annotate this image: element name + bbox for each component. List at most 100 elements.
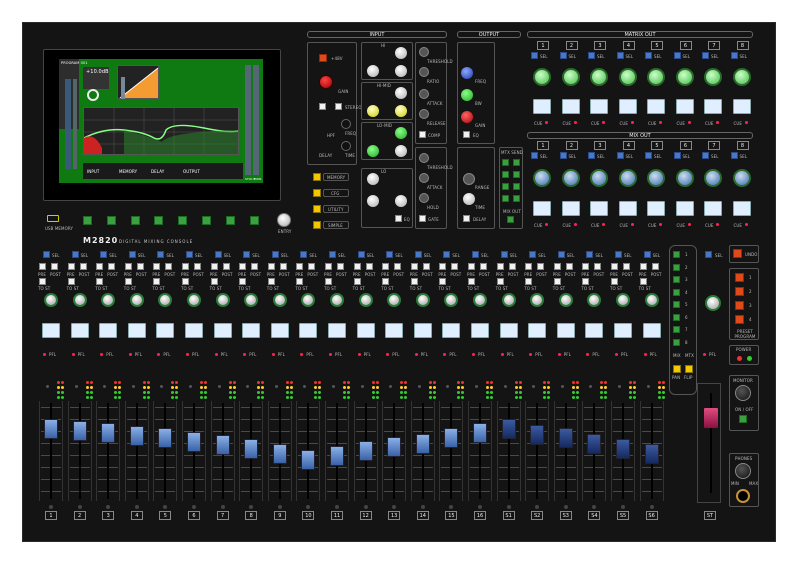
- channel-fader-cap-18[interactable]: [530, 424, 545, 445]
- input-gain-knob[interactable]: [319, 75, 333, 89]
- eq-lomid-freq-knob[interactable]: [367, 145, 379, 157]
- mix-select-button-1[interactable]: [673, 251, 680, 258]
- channel-to-st-button-9[interactable]: [267, 278, 275, 285]
- channel-post-button-5[interactable]: [165, 263, 173, 270]
- channel-send-knob-21[interactable]: [616, 293, 630, 307]
- channel-to-st-button-2[interactable]: [67, 278, 75, 285]
- channel-fader-cap-10[interactable]: [301, 449, 316, 470]
- mix-level-knob-8[interactable]: [732, 169, 751, 187]
- mtx-send-button-8[interactable]: [513, 195, 520, 202]
- channel-sel-button-22[interactable]: [643, 251, 651, 258]
- channel-sel-button-6[interactable]: [186, 251, 193, 258]
- channel-pfl-led-4[interactable]: [128, 353, 132, 356]
- mix-level-knob-4[interactable]: [618, 169, 637, 187]
- output-range-knob[interactable]: [463, 173, 475, 185]
- channel-to-st-button-22[interactable]: [639, 278, 647, 285]
- channel-send-knob-17[interactable]: [501, 293, 516, 307]
- mix-select-button-7[interactable]: [673, 326, 680, 333]
- phantom-power-button[interactable]: [319, 54, 327, 62]
- mix-select-button-3[interactable]: [673, 276, 680, 283]
- mix-cue-led-3[interactable]: [602, 223, 605, 226]
- mtx-send-mix-out-button[interactable]: [507, 216, 514, 223]
- touch-screen[interactable]: PROGRAM 001 +10.0dB INPUT MEMORY DELAY O…: [59, 59, 263, 183]
- channel-send-knob-1[interactable]: [44, 293, 58, 307]
- channel-post-button-11[interactable]: [337, 263, 344, 270]
- channel-sel-button-9[interactable]: [271, 251, 279, 258]
- channel-pfl-led-2[interactable]: [71, 353, 75, 356]
- channel-pfl-led-12[interactable]: [357, 353, 361, 356]
- channel-post-button-1[interactable]: [51, 263, 58, 270]
- channel-fader-cap-13[interactable]: [387, 437, 402, 458]
- mix-cue-led-8[interactable]: [744, 223, 748, 226]
- channel-post-button-19[interactable]: [565, 263, 573, 270]
- channel-pfl-led-3[interactable]: [100, 353, 104, 356]
- channel-fader-cap-20[interactable]: [587, 433, 602, 454]
- gate-button[interactable]: [419, 215, 426, 222]
- screen-button-8[interactable]: [250, 216, 259, 225]
- screen-button-3[interactable]: [131, 216, 140, 225]
- channel-pre-button-11[interactable]: [325, 263, 332, 270]
- channel-to-st-button-12[interactable]: [353, 278, 361, 285]
- mtx-send-button-3[interactable]: [502, 171, 509, 178]
- mix-select-button-2[interactable]: [673, 263, 680, 271]
- channel-pre-button-21[interactable]: [611, 263, 618, 270]
- channel-to-st-button-8[interactable]: [239, 278, 247, 285]
- channel-send-knob-10[interactable]: [301, 293, 316, 307]
- channel-post-button-14[interactable]: [422, 263, 430, 270]
- channel-to-st-button-18[interactable]: [525, 278, 533, 285]
- channel-pre-button-1[interactable]: [39, 263, 46, 270]
- channel-to-st-button-5[interactable]: [153, 278, 161, 285]
- channel-pfl-led-14[interactable]: [414, 353, 418, 356]
- matrix-sel-button-8[interactable]: [730, 52, 738, 59]
- channel-pre-button-9[interactable]: [267, 263, 275, 270]
- matrix-cue-led-5[interactable]: [659, 121, 662, 124]
- channel-pfl-led-6[interactable]: [186, 353, 189, 356]
- matrix-cue-led-1[interactable]: [545, 121, 548, 124]
- screen-tab-2[interactable]: MEMORY: [119, 169, 137, 174]
- channel-pfl-led-5[interactable]: [157, 353, 161, 356]
- channel-fader-cap-16[interactable]: [473, 422, 487, 443]
- gate-threshold-knob[interactable]: [419, 153, 429, 163]
- matrix-level-knob-6[interactable]: [675, 68, 694, 86]
- channel-to-st-button-19[interactable]: [553, 278, 561, 285]
- channel-send-knob-15[interactable]: [444, 293, 459, 307]
- channel-fader-cap-6[interactable]: [187, 431, 201, 452]
- mix-level-knob-6[interactable]: [675, 169, 694, 187]
- channel-fader-cap-9[interactable]: [272, 443, 287, 464]
- comp-button[interactable]: [419, 131, 426, 138]
- mix-sel-button-3[interactable]: [588, 152, 595, 159]
- channel-to-st-button-6[interactable]: [182, 278, 189, 285]
- matrix-sel-button-6[interactable]: [673, 52, 681, 59]
- channel-sel-button-4[interactable]: [128, 251, 136, 258]
- matrix-sel-button-7[interactable]: [702, 52, 709, 59]
- mix-sel-button-7[interactable]: [702, 152, 709, 159]
- gate-hold-knob[interactable]: [419, 193, 429, 203]
- channel-sel-button-13[interactable]: [386, 251, 394, 258]
- channel-pfl-led-18[interactable]: [529, 353, 533, 356]
- channel-pre-button-15[interactable]: [439, 263, 447, 270]
- monitor-on-off-button[interactable]: [739, 415, 747, 423]
- channel-sel-button-21[interactable]: [615, 251, 622, 258]
- channel-fader-cap-1[interactable]: [44, 419, 58, 440]
- output-delay-button[interactable]: [463, 215, 470, 222]
- channel-post-button-8[interactable]: [251, 263, 259, 270]
- channel-send-knob-6[interactable]: [187, 293, 201, 307]
- channel-post-button-16[interactable]: [480, 263, 487, 270]
- channel-to-st-button-7[interactable]: [210, 278, 218, 285]
- flip-button[interactable]: [685, 365, 693, 373]
- channel-pre-button-14[interactable]: [410, 263, 418, 270]
- channel-pfl-led-15[interactable]: [443, 353, 447, 356]
- monitor-knob[interactable]: [735, 385, 751, 401]
- channel-post-button-6[interactable]: [194, 263, 201, 270]
- channel-sel-button-1[interactable]: [43, 251, 50, 258]
- mix-level-knob-3[interactable]: [590, 169, 608, 187]
- screen-button-1[interactable]: [83, 216, 92, 225]
- comp-threshold-knob[interactable]: [419, 47, 429, 57]
- preset-button-4[interactable]: [735, 315, 744, 324]
- usb-port-icon[interactable]: [47, 215, 59, 222]
- channel-post-button-9[interactable]: [279, 263, 287, 270]
- screen-button-5[interactable]: [178, 216, 187, 225]
- delay-time-knob[interactable]: [341, 141, 351, 151]
- channel-pre-button-8[interactable]: [239, 263, 247, 270]
- channel-pfl-led-20[interactable]: [586, 353, 590, 356]
